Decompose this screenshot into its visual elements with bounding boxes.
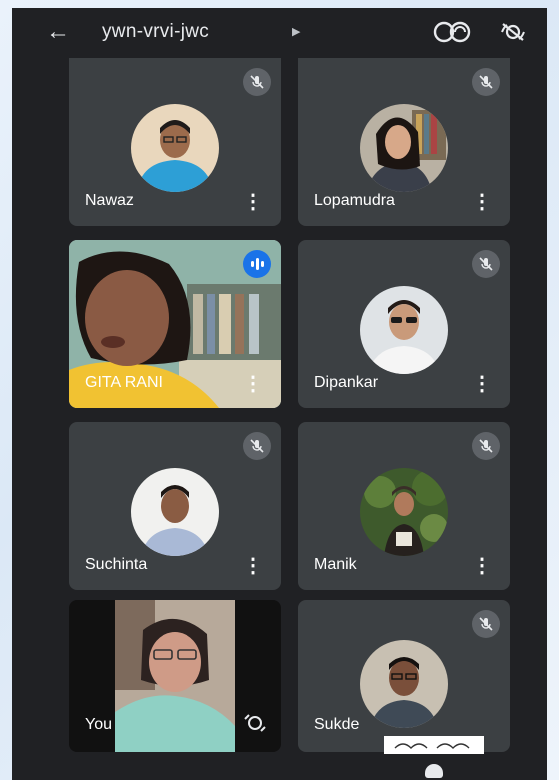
avatar [360, 104, 448, 192]
chevron-up-icon[interactable] [425, 764, 443, 778]
more-options-icon[interactable]: ⋮ [243, 192, 263, 212]
participant-tile-dipankar[interactable]: Dipankar ⋮ [298, 240, 510, 408]
participant-tile-manik[interactable]: Manik ⋮ [298, 422, 510, 590]
mic-off-icon [243, 432, 271, 460]
participant-name: Suchinta [85, 556, 148, 573]
more-options-icon[interactable]: ⋮ [472, 556, 492, 576]
speaking-indicator-icon [243, 250, 271, 278]
more-options-icon[interactable]: ⋮ [472, 374, 492, 394]
camera-switch-icon[interactable] [430, 18, 476, 51]
mic-off-icon [472, 610, 500, 638]
participant-name: Sukde [314, 716, 360, 733]
participant-name: Dipankar [314, 374, 379, 391]
meet-app-window: ← ywn-vrvi-jwc ▶ Nawaz ⋮ Lopamudra ⋮ GIT… [12, 8, 547, 780]
meeting-code-title[interactable]: ywn-vrvi-jwc [102, 21, 209, 43]
avatar [360, 468, 448, 556]
participant-tile-sukde[interactable]: Sukde [298, 600, 510, 752]
more-options-icon[interactable]: ⋮ [243, 374, 263, 394]
participant-tile-nawaz[interactable]: Nawaz ⋮ [69, 58, 281, 226]
mic-off-icon [472, 68, 500, 96]
back-arrow-icon[interactable]: ← [46, 18, 70, 46]
participant-tile-suchinta[interactable]: Suchinta ⋮ [69, 422, 281, 590]
top-bar: ← ywn-vrvi-jwc ▶ [12, 8, 547, 58]
camera-switch-icon[interactable] [243, 713, 267, 738]
participant-tile-lopamudra[interactable]: Lopamudra ⋮ [298, 58, 510, 226]
avatar [360, 640, 448, 728]
participant-name: Nawaz [85, 192, 134, 209]
mic-off-icon [243, 68, 271, 96]
participant-name: You [85, 716, 112, 733]
avatar [360, 286, 448, 374]
more-options-icon[interactable]: ⋮ [243, 556, 263, 576]
audio-output-icon[interactable] [498, 18, 528, 51]
more-options-icon[interactable]: ⋮ [472, 192, 492, 212]
participant-name: Manik [314, 556, 357, 573]
participant-tile-you[interactable]: You [69, 600, 281, 752]
avatar [131, 468, 219, 556]
caret-right-icon[interactable]: ▶ [292, 25, 300, 38]
self-video [115, 600, 235, 752]
stamp-overlay [384, 736, 484, 754]
participant-name: Lopamudra [314, 192, 395, 209]
mic-off-icon [472, 432, 500, 460]
participant-tile-gita-rani[interactable]: GITA RANI ⋮ [69, 240, 281, 408]
avatar [131, 104, 219, 192]
participant-name: GITA RANI [85, 374, 163, 391]
mic-off-icon [472, 250, 500, 278]
